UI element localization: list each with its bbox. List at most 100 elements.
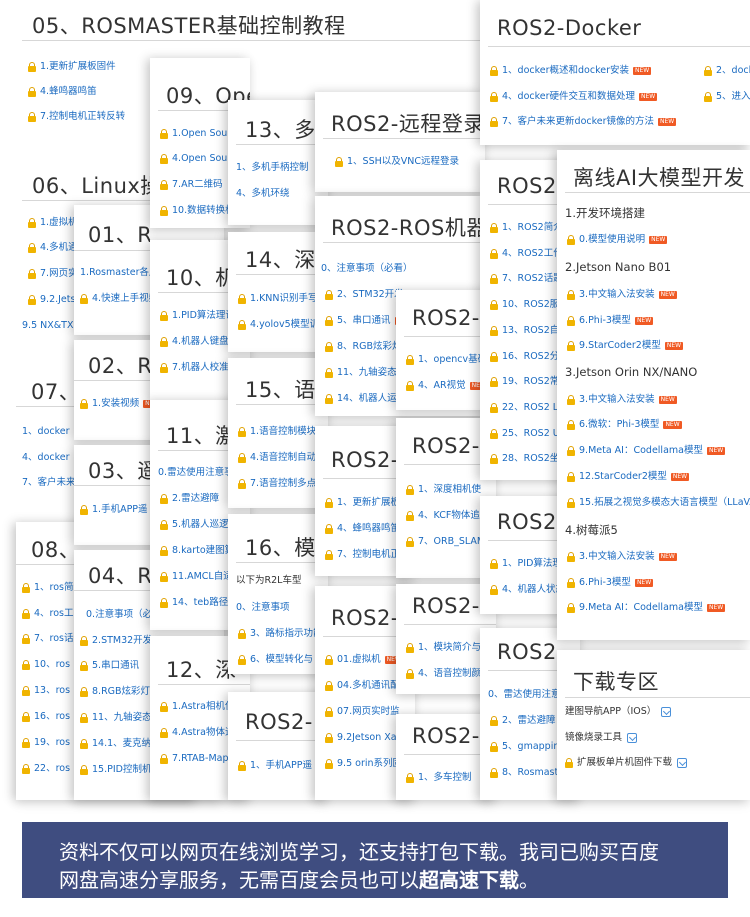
lesson-link[interactable]: 1、手机APP遥 <box>238 760 312 772</box>
lesson-link[interactable]: 5、进入 <box>704 91 750 103</box>
lesson-link[interactable]: 0.雷达使用注意事 <box>158 467 234 479</box>
lesson-link[interactable]: 9.5 NX&TX <box>22 320 73 332</box>
lesson-link[interactable]: 7.网页实 <box>28 268 78 280</box>
lesson-link[interactable]: 7.语音控制多点 <box>238 478 316 490</box>
lesson-link[interactable]: 4、ROS2工作 <box>490 248 563 260</box>
lesson-link[interactable]: 4.蜂鸣器鸣笛 <box>28 86 97 98</box>
lesson-link[interactable]: 4.机器人键盘 <box>160 336 229 348</box>
lesson-link[interactable]: 4.Astra物体追 <box>160 727 234 739</box>
lesson-link[interactable]: 1、SSH以及VNC远程登录 <box>335 156 459 168</box>
lesson-link[interactable]: 22、ROS2 La <box>490 402 564 414</box>
lesson-link[interactable]: 5.机器人巡逻 <box>160 519 229 531</box>
lesson-link[interactable]: 0、雷达使用注意 <box>488 689 561 701</box>
lesson-link[interactable]: 1.更新扩展板固件 <box>28 61 116 73</box>
lesson-link[interactable]: 1、docker概述和docker安装 NEW <box>490 65 652 77</box>
lesson-link[interactable]: 6.Phi-3模型 NEW <box>567 315 654 327</box>
lesson-link[interactable]: 14、机器人运 <box>325 393 397 405</box>
lesson-link[interactable]: 16、ros <box>22 711 70 723</box>
lesson-link[interactable]: 4、KCF物体追 <box>406 510 480 522</box>
lesson-link[interactable]: 12.StarCoder2模型 NEW <box>567 471 690 483</box>
lesson-link[interactable]: 5.串口通讯 <box>80 660 139 672</box>
lesson-link[interactable]: 1、PID算法理 <box>490 558 562 570</box>
lesson-link[interactable]: 7、ORB_SLAM <box>406 536 485 548</box>
lesson-link[interactable]: 1.虚拟机 <box>28 217 78 229</box>
lesson-link[interactable]: 9.StarCoder2模型 NEW <box>567 340 684 352</box>
lesson-link[interactable]: 9.Meta AI：Codellama模型 NEW <box>567 445 726 457</box>
lesson-link[interactable]: 16、ROS2分 <box>490 351 559 363</box>
lesson-link[interactable]: 1、ROS2简介 <box>490 222 563 234</box>
lesson-link[interactable]: 14.1、麦克纳 <box>80 738 151 750</box>
lesson-link[interactable]: 7.控制电机正转反转 <box>28 111 125 123</box>
lesson-link[interactable]: 4.语音控制自动 <box>238 452 316 464</box>
lesson-link[interactable]: 9.Meta AI：Codellama模型 NEW <box>567 602 726 614</box>
lesson-link[interactable]: 7、ros话 <box>22 633 74 645</box>
download-link[interactable]: 扩展板单片机固件下载 <box>565 757 688 769</box>
lesson-link[interactable]: 15.拓展之视觉多模态大语言模型（LLaVA <box>567 497 750 509</box>
lesson-link[interactable]: 22、ros <box>22 763 70 775</box>
lesson-link[interactable]: 4、docker <box>22 452 70 464</box>
lesson-link[interactable]: 8.RGB炫彩灯 <box>80 686 150 698</box>
lesson-link[interactable]: 4、ros工 <box>22 608 74 620</box>
lesson-link[interactable]: 4.快速上手视频 <box>80 293 158 305</box>
lesson-link[interactable]: 04.多机通讯配 <box>325 680 400 692</box>
download-link[interactable]: 建图导航APP（IOS） <box>565 706 672 718</box>
lesson-link[interactable]: 1.手机APP遥 <box>80 504 148 516</box>
lesson-link[interactable]: 4、语音控制颜 <box>406 668 481 680</box>
lesson-link[interactable]: 1、更新扩展板 <box>325 497 400 509</box>
lesson-link[interactable]: 1.Rosmaster各扇 <box>80 267 159 279</box>
lesson-link[interactable]: 1、多车控制 <box>406 772 472 784</box>
lesson-link[interactable]: 1.Open Sourc <box>160 128 236 140</box>
lesson-link[interactable]: 19、ROS2常 <box>490 376 559 388</box>
lesson-link[interactable]: 10、ROS2服 <box>490 299 559 311</box>
lesson-link[interactable]: 6、模型转化与 <box>238 654 313 666</box>
lesson-link[interactable]: 3.中文输入法安装 NEW <box>567 394 677 406</box>
lesson-link[interactable]: 6.Phi-3模型 NEW <box>567 577 654 589</box>
lesson-link[interactable]: 13、ROS2自 <box>490 325 559 337</box>
lesson-link[interactable]: 11、九轴姿态 <box>325 367 397 379</box>
lesson-link[interactable]: 7.RTAB-Map建 <box>160 753 238 765</box>
lesson-link[interactable]: 9.5 orin系列固 <box>325 758 402 770</box>
lesson-link[interactable]: 19、ros <box>22 737 70 749</box>
lesson-link[interactable]: 2.雷达避障 <box>160 493 219 505</box>
lesson-link[interactable]: 01.虚拟机 NEW <box>325 654 403 666</box>
lesson-link[interactable]: 4、蜂鸣器鸣笛 <box>325 523 400 535</box>
lesson-link[interactable]: 2、雷达避障 <box>490 715 556 727</box>
lesson-link[interactable]: 07.网页实时监 <box>325 706 400 718</box>
lesson-link[interactable]: 4、AR视觉 NEW <box>406 380 488 392</box>
lesson-link[interactable]: 28、ROS2坐 <box>490 453 559 465</box>
lesson-link[interactable]: 4、机器人状态 <box>490 584 565 596</box>
download-link[interactable]: 镜像烧录工具 <box>565 732 638 744</box>
lesson-link[interactable]: 15.PID控制机 <box>80 764 151 776</box>
lesson-link[interactable]: 2.STM32开发 <box>80 635 152 647</box>
lesson-link[interactable]: 11、九轴姿态 <box>80 712 152 724</box>
lesson-link[interactable]: 9.2Jetson Xav <box>325 732 402 744</box>
lesson-link[interactable]: 7、ROS2话题 <box>490 273 563 285</box>
lesson-link[interactable]: 7、客户未来更新docker镜像的方法 NEW <box>490 116 677 128</box>
lesson-link[interactable]: 5、gmapping <box>490 741 565 753</box>
lesson-link[interactable]: 14、teb路径规 <box>160 597 238 609</box>
lesson-link[interactable]: 4.多机通 <box>28 242 78 254</box>
lesson-link[interactable]: 1、深度相机使 <box>406 484 481 496</box>
lesson-link[interactable]: 3、路标指示功能 <box>238 628 323 640</box>
lesson-link[interactable]: 3.中文输入法安装 NEW <box>567 551 677 563</box>
lesson-link[interactable]: 4、docker硬件交互和数据处理 NEW <box>490 91 658 103</box>
lesson-link[interactable]: 7.机器人校准 <box>160 362 229 374</box>
lesson-link[interactable]: 1.KNN识别手写 <box>238 293 318 305</box>
lesson-link[interactable]: 0.模型使用说明 NEW <box>567 234 668 246</box>
lesson-link[interactable]: 1、docker <box>22 426 70 438</box>
lesson-link[interactable]: 2、dock <box>704 65 750 77</box>
lesson-link[interactable]: 3.中文输入法安装 NEW <box>567 289 677 301</box>
lesson-link[interactable]: 11.AMCL自适 <box>160 571 233 583</box>
lesson-link[interactable]: 1、opencv基础 <box>406 354 487 366</box>
lesson-link[interactable]: 10.数据转换框 <box>160 205 235 217</box>
lesson-link[interactable]: 7.AR二维码 <box>160 179 223 191</box>
lesson-link[interactable]: 4.yolov5模型训 <box>238 319 319 331</box>
lesson-link[interactable]: 25、ROS2 U <box>490 428 560 440</box>
lesson-link[interactable]: 0、注意事项 <box>236 602 290 614</box>
lesson-link[interactable]: 1.Astra相机使 <box>160 701 234 713</box>
lesson-link[interactable]: 1、多机手柄控制 <box>236 162 309 174</box>
lesson-link[interactable]: 1.语音控制模块 <box>238 426 316 438</box>
lesson-link[interactable]: 8、RGB炫彩灯 <box>325 341 402 353</box>
lesson-link[interactable]: 8.karto建图算 <box>160 545 234 557</box>
lesson-link[interactable]: 10、ros <box>22 659 70 671</box>
